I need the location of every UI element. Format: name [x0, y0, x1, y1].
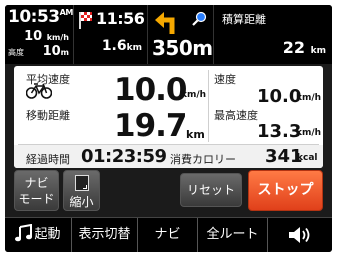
ampm-label: AM: [59, 8, 74, 17]
current-speed: 10 km/h: [24, 29, 69, 44]
moving-distance-label: 移動距離: [26, 109, 70, 122]
total-distance-label: 積算距離: [222, 13, 266, 26]
speed-label: 速度: [214, 73, 236, 86]
calories-label: 消費カロリー: [170, 153, 236, 166]
display-switch-button[interactable]: 表示切替: [72, 218, 138, 252]
destination-panel: 11:56 1.6km: [73, 5, 147, 64]
bicycle-icon: [26, 83, 52, 99]
navi-mode-line2: モード: [18, 192, 55, 206]
elapsed-time-label: 経過時間: [26, 153, 70, 166]
music-launch-label: 起動: [34, 227, 61, 242]
max-speed-label: 最高速度: [214, 109, 258, 122]
speed-value: 10.0: [257, 86, 302, 107]
shrink-label: 縮小: [69, 195, 94, 209]
shrink-button[interactable]: 縮小: [63, 170, 100, 211]
search-icon: [192, 11, 207, 26]
moving-distance-unit: km: [186, 128, 205, 141]
altitude-label: 高度: [8, 48, 24, 57]
calories-unit: kcal: [297, 153, 318, 163]
bottom-nav-bar: 起動 表示切替 ナビ 全ルート: [5, 217, 332, 252]
distance-to-destination: 1.6km: [101, 38, 142, 54]
map-shrink-icon: [75, 175, 89, 191]
current-time: 10:53AM: [8, 7, 73, 27]
arrival-time: 11:56: [96, 9, 145, 28]
navi-button[interactable]: ナビ: [138, 218, 198, 252]
flag-icon: [79, 12, 92, 29]
turn-arrow-icon: [155, 12, 175, 34]
avg-speed-value: 10.0: [114, 72, 187, 108]
altitude-value: 10m: [42, 44, 69, 59]
music-launch-button[interactable]: 起動: [5, 218, 72, 252]
speed-unit: km/h: [296, 93, 322, 103]
stats-divider: [208, 70, 209, 142]
elapsed-time-value: 01:23:59: [81, 146, 167, 167]
max-speed-unit: km/h: [296, 128, 322, 138]
cycle-computer-screen: 10:53AM 10 km/h 高度 10m 11:56 1.6km 350m …: [5, 5, 332, 252]
status-bar: 10:53AM 10 km/h 高度 10m 11:56 1.6km 350m …: [5, 5, 332, 64]
total-distance-panel: 積算距離 22 km: [213, 5, 332, 64]
turn-distance: 350m: [152, 36, 213, 60]
max-speed-value: 13.3: [257, 121, 302, 142]
stop-button[interactable]: ストップ: [248, 170, 323, 211]
turn-panel[interactable]: 350m: [147, 5, 213, 64]
navi-mode-line1: ナビ: [24, 176, 49, 190]
volume-icon: [289, 226, 310, 243]
stats-footer: 経過時間 01:23:59 消費カロリー 341 kcal: [14, 145, 323, 168]
clock-panel: 10:53AM 10 km/h 高度 10m: [5, 5, 73, 64]
stats-panel: 平均速度 10.0 km/h 速度 10.0 km/h 移動距離 19.7 km…: [14, 66, 323, 168]
navi-mode-button[interactable]: ナビ モード: [14, 170, 59, 211]
moving-distance-value: 19.7: [114, 108, 187, 144]
reset-button[interactable]: リセット: [180, 173, 242, 207]
all-route-button[interactable]: 全ルート: [198, 218, 268, 252]
total-distance-value: 22 km: [282, 38, 326, 57]
avg-speed-unit: km/h: [181, 90, 207, 100]
volume-button[interactable]: [268, 218, 332, 252]
music-note-icon: [15, 223, 33, 241]
